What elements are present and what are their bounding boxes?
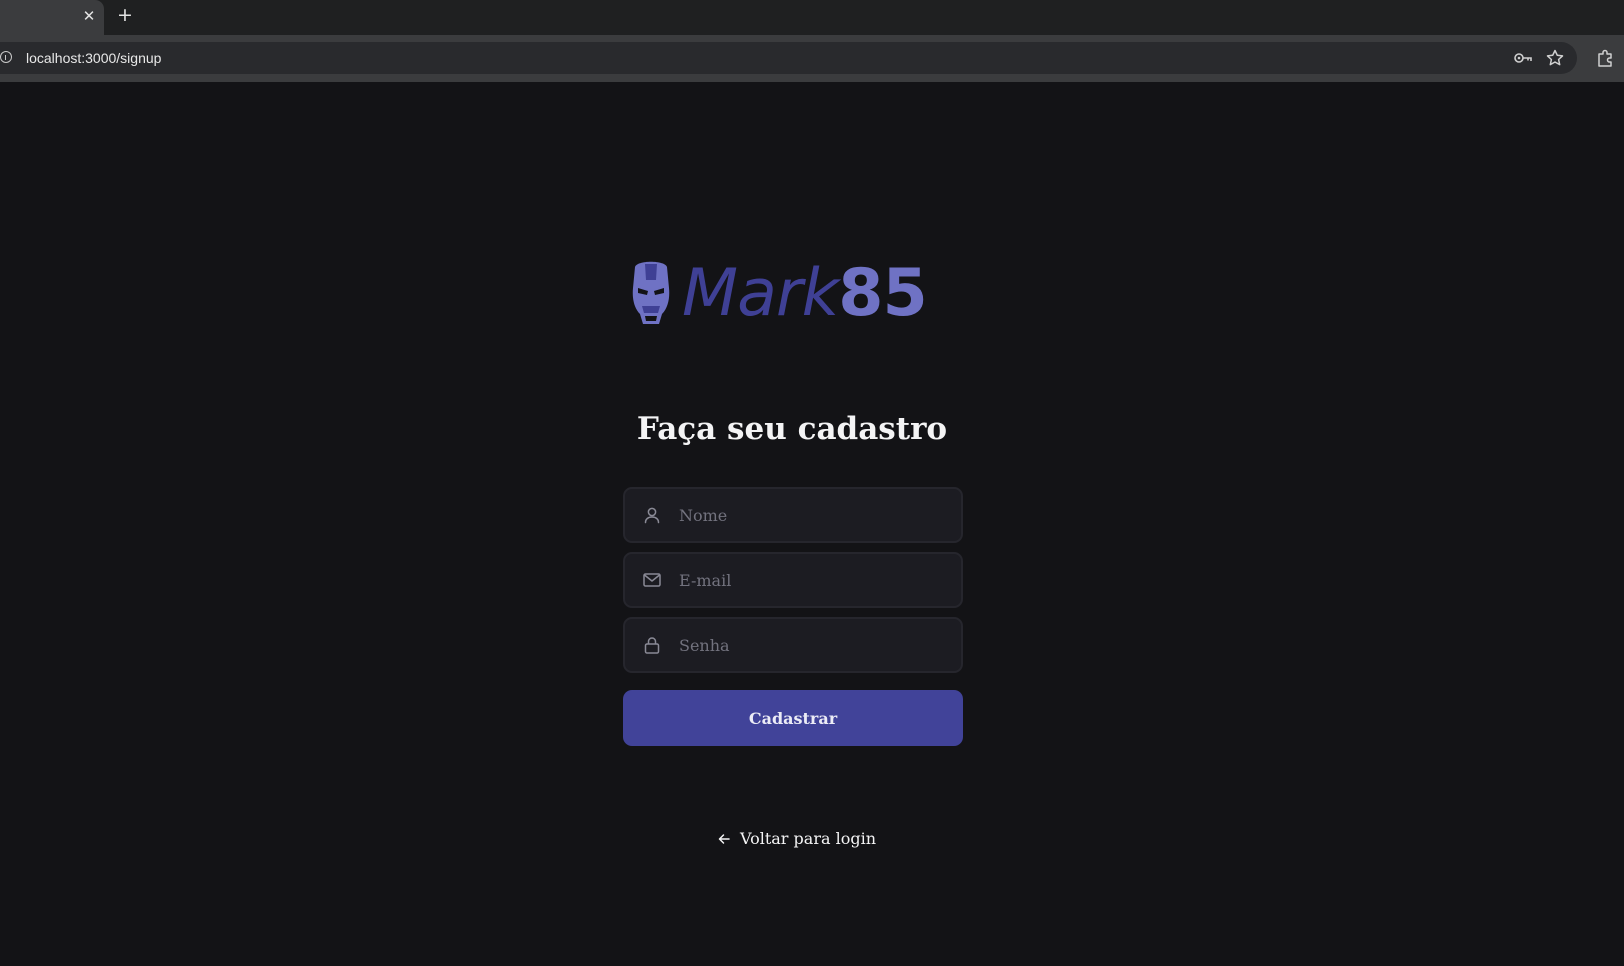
logo-wordmark: Mark85 bbox=[682, 256, 928, 331]
password-input[interactable] bbox=[677, 619, 952, 671]
signup-form: Cadastrar bbox=[623, 487, 963, 746]
name-input[interactable] bbox=[677, 489, 952, 541]
mark85-logo: Mark85 bbox=[628, 258, 960, 330]
logo-word: Mark bbox=[682, 256, 839, 331]
email-input[interactable] bbox=[677, 554, 952, 606]
site-info-icon[interactable] bbox=[0, 51, 12, 63]
back-to-login-link[interactable]: Voltar para login bbox=[716, 826, 876, 852]
mail-icon bbox=[642, 570, 662, 590]
name-field[interactable] bbox=[623, 487, 963, 543]
address-bar-url[interactable]: localhost:3000/signup bbox=[26, 50, 161, 66]
logo-number: 85 bbox=[838, 256, 927, 331]
close-tab-icon[interactable]: ✕ bbox=[80, 7, 98, 25]
extensions-icon[interactable] bbox=[1594, 47, 1616, 69]
signup-page: Mark85 Faça seu cadastro Cadastrar Volta… bbox=[0, 82, 1624, 966]
address-bar[interactable] bbox=[0, 42, 1577, 74]
user-icon bbox=[642, 505, 662, 525]
email-field[interactable] bbox=[623, 552, 963, 608]
browser-tab-strip: ✕ + bbox=[0, 0, 1624, 35]
page-title: Faça seu cadastro bbox=[636, 411, 948, 447]
bookmark-star-icon[interactable] bbox=[1544, 47, 1566, 69]
lock-icon bbox=[642, 635, 662, 655]
password-field[interactable] bbox=[623, 617, 963, 673]
new-tab-button[interactable]: + bbox=[115, 4, 135, 26]
signup-button[interactable]: Cadastrar bbox=[623, 690, 963, 746]
iron-man-helmet-icon bbox=[632, 261, 670, 324]
arrow-left-icon bbox=[718, 834, 730, 844]
browser-tab[interactable]: ✕ bbox=[0, 0, 104, 35]
back-to-login-label: Voltar para login bbox=[740, 829, 877, 848]
password-key-icon[interactable] bbox=[1512, 47, 1534, 69]
browser-toolbar: localhost:3000/signup bbox=[0, 35, 1624, 82]
